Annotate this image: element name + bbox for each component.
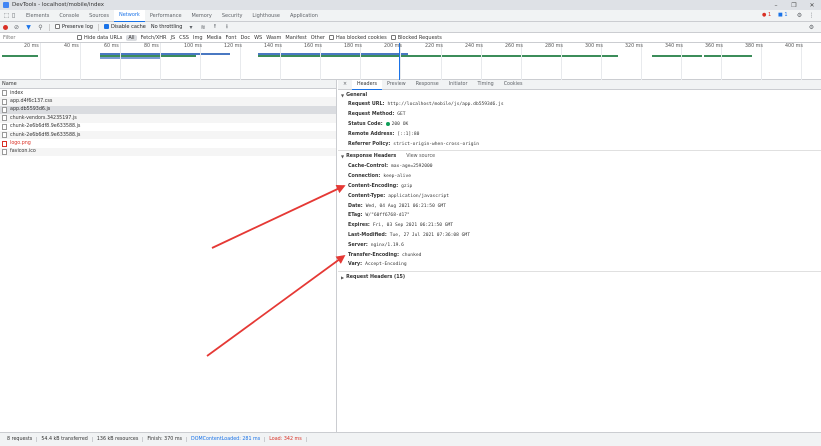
annotation-overlay <box>206 184 346 357</box>
annotation-arrow <box>211 184 346 249</box>
annotation-arrow <box>206 254 346 357</box>
